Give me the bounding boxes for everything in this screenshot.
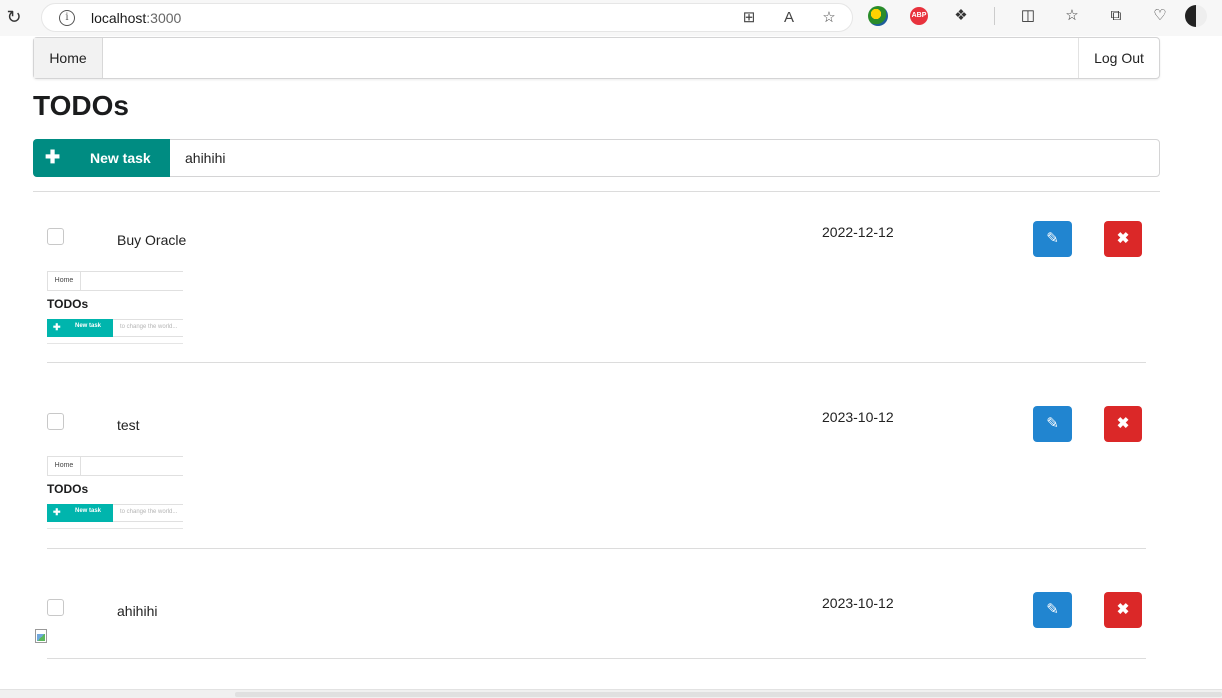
todo-title: ahihihi (117, 603, 158, 619)
new-task-form: ✚ New task (33, 139, 1160, 177)
todo-thumbnail-image: Home TODOs ✚ New task to change the world… (47, 271, 183, 344)
site-info-icon[interactable]: i (59, 10, 75, 26)
thumbnail-home-label: Home (48, 457, 81, 475)
todo-checkbox[interactable] (47, 228, 64, 245)
thumbnail-plus-icon: ✚ (53, 322, 61, 332)
todo-date: 2023-10-12 (822, 409, 894, 425)
page-title: TODOs (33, 90, 129, 121)
broken-image-icon (33, 628, 49, 644)
todo-title: test (117, 417, 140, 433)
extension-globe-icon[interactable] (868, 6, 888, 26)
new-task-button-label: New task (90, 150, 151, 166)
close-icon: ✖ (1116, 601, 1130, 618)
extensions-puzzle-icon[interactable]: ❖ (950, 5, 972, 27)
delete-button[interactable]: ✖ (1104, 406, 1142, 442)
todo-checkbox[interactable] (47, 599, 64, 616)
top-navbar: Home Log Out (33, 37, 1160, 79)
thumbnail-button-label: New task (75, 508, 102, 514)
edit-button[interactable]: ✎ (1033, 592, 1072, 628)
adblock-icon[interactable]: ABP (910, 7, 928, 25)
collections-icon[interactable]: ⧉ (1105, 5, 1127, 27)
horizontal-scrollbar[interactable] (0, 689, 1222, 698)
pencil-icon: ✎ (1046, 415, 1059, 432)
read-aloud-icon[interactable]: A (780, 9, 798, 27)
thumbnail-button-label: New task (75, 323, 102, 329)
todo-date: 2022-12-12 (822, 224, 894, 240)
nav-home-link[interactable]: Home (34, 38, 103, 78)
apps-icon[interactable]: ⊞ (740, 9, 758, 27)
pencil-icon: ✎ (1046, 230, 1059, 247)
scrollbar-thumb[interactable] (235, 692, 1222, 697)
plus-icon: ✚ (45, 147, 61, 167)
edit-button[interactable]: ✎ (1033, 221, 1072, 257)
todo-date: 2023-10-12 (822, 595, 894, 611)
toolbar-separator (994, 7, 995, 25)
profile-avatar[interactable] (1185, 5, 1207, 27)
edit-button[interactable]: ✎ (1033, 406, 1072, 442)
browser-toolbar: ↻ i localhost:3000 ⊞ A ☆ ABP ❖ ◫ ☆ ⧉ ♡ (0, 0, 1222, 36)
address-url: localhost:3000 (91, 10, 182, 26)
split-screen-icon[interactable]: ◫ (1017, 5, 1039, 27)
logout-link[interactable]: Log Out (1078, 38, 1159, 78)
delete-button[interactable]: ✖ (1104, 592, 1142, 628)
favorites-icon[interactable]: ☆ (1061, 5, 1083, 27)
todo-title: Buy Oracle (117, 232, 187, 248)
todo-thumbnail-image: Home TODOs ✚ New task to change the world… (47, 456, 183, 529)
thumbnail-placeholder: to change the world... (120, 324, 178, 330)
pencil-icon: ✎ (1046, 601, 1059, 618)
new-task-button[interactable]: ✚ New task (33, 139, 170, 177)
todo-item: ahihihi 2023-10-12 ✎ ✖ (47, 549, 1146, 659)
browser-essentials-icon[interactable]: ♡ (1149, 5, 1171, 27)
todo-item: test 2023-10-12 ✎ ✖ Home TODOs ✚ New task… (47, 363, 1146, 549)
favorite-star-icon[interactable]: ☆ (820, 9, 838, 27)
new-task-input[interactable] (171, 140, 1159, 176)
close-icon: ✖ (1116, 415, 1130, 432)
thumbnail-title: TODOs (47, 297, 89, 311)
todo-item: Buy Oracle 2022-12-12 ✎ ✖ Home TODOs ✚ Ne… (47, 192, 1146, 363)
thumbnail-plus-icon: ✚ (53, 507, 61, 517)
thumbnail-placeholder: to change the world... (120, 509, 178, 515)
reload-icon[interactable]: ↻ (4, 7, 24, 27)
thumbnail-home-label: Home (48, 272, 81, 290)
todo-checkbox[interactable] (47, 413, 64, 430)
thumbnail-title: TODOs (47, 482, 89, 496)
delete-button[interactable]: ✖ (1104, 221, 1142, 257)
address-bar[interactable]: i localhost:3000 ⊞ A ☆ (41, 3, 853, 32)
close-icon: ✖ (1116, 230, 1130, 247)
